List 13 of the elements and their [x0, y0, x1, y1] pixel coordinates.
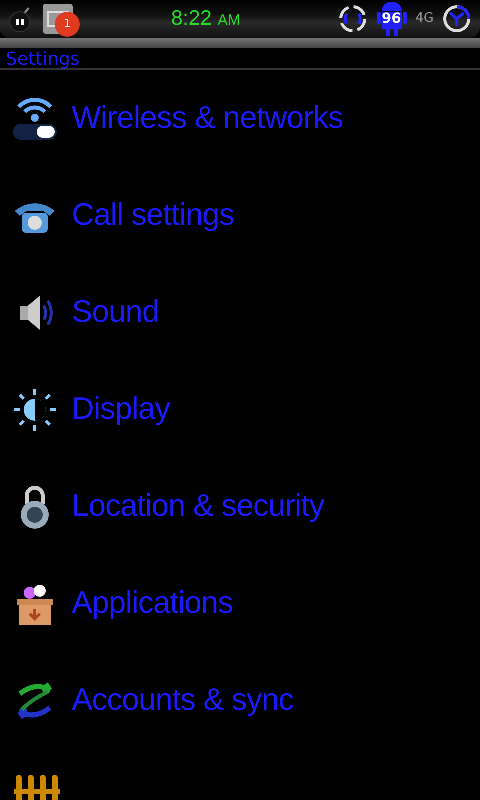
- clock: 8:22 AM: [171, 7, 240, 30]
- network-type: 4G: [416, 10, 434, 28]
- vibrate-icon: [338, 4, 368, 34]
- settings-item[interactable]: Location & security: [0, 458, 480, 555]
- sync-icon[interactable]: [442, 4, 472, 34]
- notification-count: 1: [55, 12, 80, 37]
- settings-item[interactable]: Applications: [0, 555, 480, 652]
- settings-item[interactable]: Call settings: [0, 167, 480, 264]
- settings-item[interactable]: Sound: [0, 264, 480, 361]
- settings-item[interactable]: Display: [0, 361, 480, 458]
- settings-item[interactable]: Accounts & sync: [0, 652, 480, 749]
- settings-item[interactable]: Wireless & networks: [0, 70, 480, 167]
- screen-title: Settings: [0, 48, 480, 70]
